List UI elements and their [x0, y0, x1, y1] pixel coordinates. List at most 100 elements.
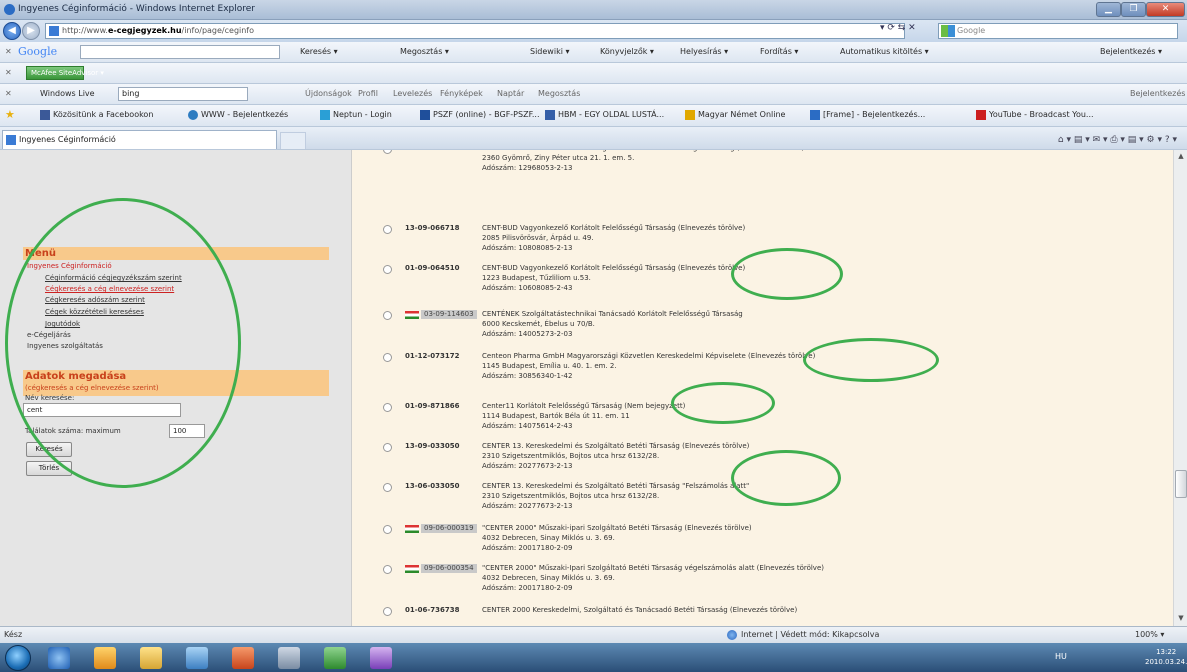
- scroll-up-icon[interactable]: ▲: [1176, 152, 1186, 162]
- toolbar-share-button[interactable]: Megosztás ▾: [400, 42, 449, 62]
- result-cegjegyzekszam[interactable]: 13-09-033050: [405, 442, 460, 450]
- result-cegjegyzekszam[interactable]: 13-09-000000: [405, 150, 460, 152]
- app-taskbar-icon[interactable]: [370, 647, 392, 669]
- favorite-link[interactable]: PSZF (online) - BGF-PSZF...: [420, 105, 540, 125]
- toolbar-bookmarks-button[interactable]: Könyvjelzők ▾: [600, 42, 654, 62]
- mcafee-button[interactable]: McAfee SiteAdvisor ▾: [26, 66, 104, 80]
- wl-calendar-link[interactable]: Naptár: [497, 84, 524, 104]
- favorite-link[interactable]: Neptun - Login: [320, 105, 392, 125]
- result-company-name[interactable]: Center11 Korlátolt Felelősségű Társaság …: [482, 402, 685, 410]
- close-toolbar-icon[interactable]: ✕: [5, 42, 12, 62]
- network-taskbar-icon[interactable]: [186, 647, 208, 669]
- result-cegjegyzekszam[interactable]: 01-12-073172: [405, 352, 460, 360]
- result-radio[interactable]: [383, 150, 392, 154]
- toolbar-autofill-button[interactable]: Automatikus kitöltés ▾: [840, 42, 929, 62]
- menu-item-e-cegeljaras[interactable]: e-Cégeljárás: [27, 331, 71, 339]
- clock[interactable]: 13:22 2010.03.24.: [1145, 647, 1187, 667]
- vertical-scrollbar[interactable]: ▲ ▼: [1173, 150, 1187, 626]
- powerpoint-taskbar-icon[interactable]: [232, 647, 254, 669]
- favorite-link[interactable]: Magyar Német Online: [685, 105, 785, 125]
- result-company-name[interactable]: CENTER 13. Kereskedelmi és Szolgáltató B…: [482, 482, 749, 490]
- result-company-name[interactable]: CENT-BUD Vagyonkezelő Korlátolt Felelőss…: [482, 264, 745, 272]
- ie-taskbar-icon[interactable]: [48, 647, 70, 669]
- close-toolbar-icon[interactable]: ✕: [5, 63, 12, 83]
- result-radio[interactable]: [383, 311, 392, 320]
- result-company-name[interactable]: "CENTER 2000" Műszaki-Ipari Szolgáltató …: [482, 564, 824, 572]
- bing-search-input[interactable]: bing: [118, 87, 248, 101]
- result-company-name[interactable]: "CENTER 2000" Műszaki-ipari Szolgáltató …: [482, 524, 752, 532]
- result-cegjegyzekszam[interactable]: 01-09-871866: [405, 402, 460, 410]
- windows-live-label[interactable]: Windows Live: [40, 84, 95, 104]
- result-cegjegyzekszam[interactable]: 01-06-736738: [405, 606, 460, 614]
- result-cegjegyzekszam[interactable]: 03-09-114603: [421, 310, 477, 319]
- menu-item-adoszam[interactable]: Cégkeresés adószám szerint: [45, 296, 145, 304]
- result-radio[interactable]: [383, 607, 392, 616]
- close-toolbar-icon[interactable]: ✕: [5, 84, 12, 104]
- tab-ceginfo[interactable]: Ingyenes Céginformáció: [2, 130, 277, 149]
- media-taskbar-icon[interactable]: [94, 647, 116, 669]
- close-window-button[interactable]: ✕: [1146, 2, 1185, 17]
- wl-photos-link[interactable]: Fényképek: [440, 84, 483, 104]
- notepad-taskbar-icon[interactable]: [278, 647, 300, 669]
- result-radio[interactable]: [383, 483, 392, 492]
- refresh-stop-icons[interactable]: ▾ ⟳ ⇆ ✕: [880, 23, 916, 33]
- google-search-input[interactable]: [80, 45, 280, 59]
- favorites-star-icon[interactable]: ★: [5, 105, 15, 125]
- menu-item-ingyenes-ceginformacio[interactable]: Ingyenes Céginformáció: [27, 262, 112, 270]
- result-company-name[interactable]: CENTER 2000 Kereskedelmi, Szolgáltató és…: [482, 606, 797, 614]
- excel-taskbar-icon[interactable]: [324, 647, 346, 669]
- start-button[interactable]: [5, 645, 31, 671]
- scroll-thumb[interactable]: [1175, 470, 1187, 498]
- result-cegjegyzekszam[interactable]: 13-09-066718: [405, 224, 460, 232]
- maximize-button[interactable]: ❐: [1121, 2, 1146, 17]
- result-cegjegyzekszam[interactable]: 13-06-033050: [405, 482, 460, 490]
- result-radio[interactable]: [383, 403, 392, 412]
- wl-signin-link[interactable]: Bejelentkezés: [1130, 84, 1185, 104]
- toolbar-signin-button[interactable]: Bejelentkezés ▾: [1100, 42, 1162, 62]
- result-company-name[interactable]: CENTER KFT. Kereskedelmi és Szolgáltató …: [482, 150, 804, 152]
- search-input[interactable]: Google: [938, 23, 1178, 39]
- toolbar-spellcheck-button[interactable]: Helyesírás ▾: [680, 42, 728, 62]
- command-bar-icons[interactable]: ⌂ ▾ ▤ ▾ ✉ ▾ ⎙ ▾ ▤ ▾ ⚙ ▾ ? ▾: [1058, 130, 1177, 149]
- menu-item-cegjegyzekszam[interactable]: Céginformáció cégjegyzékszám szerint: [45, 274, 182, 282]
- result-radio[interactable]: [383, 565, 392, 574]
- window-title-bar[interactable]: Ingyenes Céginformáció - Windows Interne…: [0, 0, 1187, 20]
- security-zone-text[interactable]: Internet | Védett mód: Kikapcsolva: [741, 627, 879, 643]
- zoom-level[interactable]: 100% ▾: [1135, 627, 1164, 643]
- result-radio[interactable]: [383, 265, 392, 274]
- result-company-name[interactable]: CENTÉNEK Szolgáltatástechnikai Tanácsadó…: [482, 310, 743, 318]
- wl-profile-link[interactable]: Profil: [358, 84, 378, 104]
- favorite-link[interactable]: HBM - EGY OLDAL LUSTÁ...: [545, 105, 664, 125]
- back-button[interactable]: ◀: [3, 22, 21, 40]
- menu-item-jogutodok[interactable]: Jogutódok: [45, 320, 80, 328]
- folder-taskbar-icon[interactable]: [140, 647, 162, 669]
- toolbar-translate-button[interactable]: Fordítás ▾: [760, 42, 798, 62]
- url-input[interactable]: http://www.e-cegjegyzek.hu/info/page/ceg…: [45, 23, 905, 39]
- result-radio[interactable]: [383, 353, 392, 362]
- result-cegjegyzekszam[interactable]: 09-06-000354: [421, 564, 477, 573]
- search-button[interactable]: Keresés: [26, 442, 72, 457]
- favorite-link[interactable]: [Frame] - Bejelentkezés...: [810, 105, 925, 125]
- clear-button[interactable]: Törlés: [26, 461, 72, 476]
- wl-news-link[interactable]: Újdonságok: [305, 84, 352, 104]
- favorite-link[interactable]: WWW - Bejelentkezés: [188, 105, 288, 125]
- toolbar-sidewiki-button[interactable]: Sidewiki ▾: [530, 42, 569, 62]
- company-name-input[interactable]: cent: [23, 403, 181, 417]
- max-results-input[interactable]: 100: [169, 424, 205, 438]
- wl-share-link[interactable]: Megosztás: [538, 84, 580, 104]
- favorite-link[interactable]: YouTube - Broadcast You...: [976, 105, 1094, 125]
- menu-item-kozzetetel[interactable]: Cégek közzétételi kereséses: [45, 308, 144, 316]
- result-cegjegyzekszam[interactable]: 09-06-000319: [421, 524, 477, 533]
- result-company-name[interactable]: CENTER 13. Kereskedelmi és Szolgáltató B…: [482, 442, 749, 450]
- forward-button[interactable]: ▶: [22, 22, 40, 40]
- result-radio[interactable]: [383, 525, 392, 534]
- result-cegjegyzekszam[interactable]: 01-09-064510: [405, 264, 460, 272]
- result-radio[interactable]: [383, 443, 392, 452]
- new-tab-button[interactable]: [280, 132, 306, 149]
- menu-item-ceg-elnevezes[interactable]: Cégkeresés a cég elnevezése szerint: [45, 285, 174, 293]
- wl-mail-link[interactable]: Levelezés: [393, 84, 432, 104]
- toolbar-search-button[interactable]: Keresés ▾: [300, 42, 338, 62]
- menu-item-ingyenes-szolgaltatas[interactable]: Ingyenes szolgáltatás: [27, 342, 103, 350]
- scroll-down-icon[interactable]: ▼: [1176, 614, 1186, 624]
- result-company-name[interactable]: Centeon Pharma GmbH Magyarországi Közvet…: [482, 352, 815, 360]
